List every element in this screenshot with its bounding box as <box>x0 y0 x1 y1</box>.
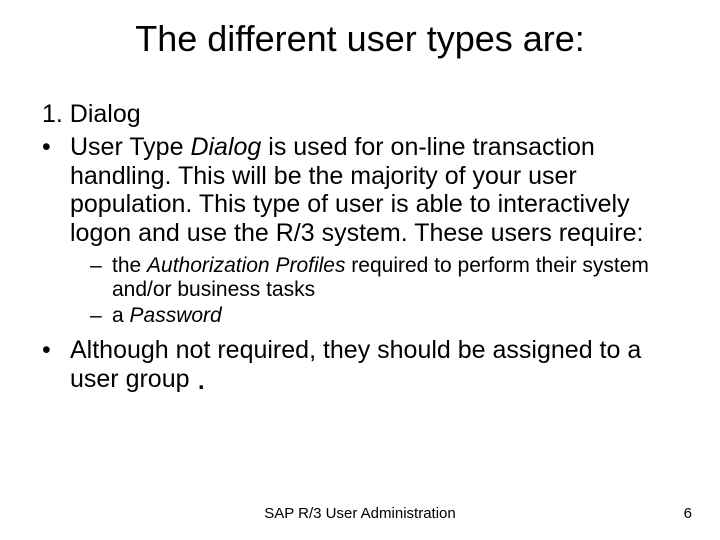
period-dot: . <box>196 359 205 397</box>
page-number: 6 <box>684 505 692 522</box>
list-heading: 1. Dialog <box>42 100 678 129</box>
bullet-dot: • <box>42 336 70 394</box>
dash: – <box>90 254 112 302</box>
sub-text: a Password <box>112 304 678 328</box>
bullet-item-2: • Although not required, they should be … <box>42 336 678 394</box>
text-pre: the <box>112 254 147 277</box>
bullet-item-1: • User Type Dialog is used for on-line t… <box>42 133 678 248</box>
slide-title: The different user types are: <box>0 0 720 70</box>
text-pre: a <box>112 304 130 327</box>
text-em: Authorization Profiles <box>147 254 345 277</box>
text-em: Dialog <box>190 133 261 161</box>
sub-text: the Authorization Profiles required to p… <box>112 254 678 302</box>
slide-body: 1. Dialog • User Type Dialog is used for… <box>0 70 720 394</box>
bullet-text: Although not required, they should be as… <box>70 336 678 394</box>
text-em: Password <box>130 304 222 327</box>
bullet-dot: • <box>42 133 70 248</box>
sub-list: – the Authorization Profiles required to… <box>42 254 678 328</box>
bullet-text: User Type Dialog is used for on-line tra… <box>70 133 678 248</box>
footer-center: SAP R/3 User Administration <box>0 505 720 522</box>
dash: – <box>90 304 112 328</box>
text-pre: User Type <box>70 133 190 161</box>
sub-item-2: – a Password <box>90 304 678 328</box>
sub-item-1: – the Authorization Profiles required to… <box>90 254 678 302</box>
slide: The different user types are: 1. Dialog … <box>0 0 720 540</box>
text: Although not required, they should be as… <box>70 336 641 393</box>
